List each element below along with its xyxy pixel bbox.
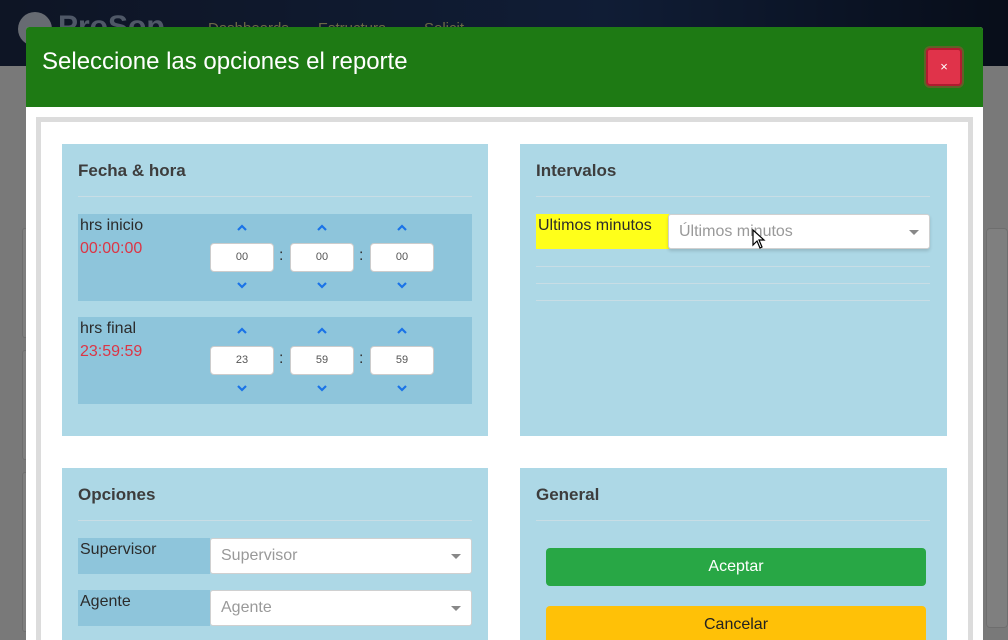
- hrs-inicio-value: 00:00:00: [80, 240, 143, 257]
- time-separator: :: [359, 350, 364, 367]
- hours-down-chevron-icon[interactable]: [236, 383, 248, 393]
- general-panel: General Aceptar Cancelar: [520, 468, 947, 640]
- divider: [78, 196, 472, 197]
- divider: [536, 520, 930, 521]
- agente-select[interactable]: Agente: [210, 590, 472, 626]
- seconds-input[interactable]: 59: [370, 346, 434, 375]
- ultimos-minutos-select[interactable]: Últimos minutos: [668, 214, 930, 249]
- fecha-hora-panel: Fecha & hora hrs inicio 00:00:00 00 : 00…: [62, 144, 488, 436]
- time-separator: :: [279, 247, 284, 264]
- hrs-inicio-box: hrs inicio 00:00:00 00 : 00 : 00: [78, 214, 472, 301]
- agente-label: Agente: [78, 590, 210, 626]
- supervisor-label: Supervisor: [78, 538, 210, 574]
- hours-up-chevron-icon[interactable]: [236, 223, 248, 233]
- divider: [536, 196, 930, 197]
- intervalos-panel: Intervalos Ultimos minutos Últimos minut…: [520, 144, 947, 436]
- minutes-input[interactable]: 00: [290, 243, 354, 272]
- hrs-inicio-label: hrs inicio: [80, 217, 144, 234]
- hrs-final-label: hrs final: [80, 320, 137, 337]
- general-title: General: [536, 485, 600, 504]
- minutes-up-chevron-icon[interactable]: [316, 223, 328, 233]
- hrs-final-value: 23:59:59: [80, 343, 143, 360]
- hours-input[interactable]: 23: [210, 346, 274, 375]
- accept-button[interactable]: Aceptar: [546, 548, 926, 586]
- time-separator: :: [359, 247, 364, 264]
- dropdown-caret-icon: [451, 606, 461, 611]
- divider: [536, 283, 930, 284]
- minutes-up-chevron-icon[interactable]: [316, 326, 328, 336]
- fecha-hora-title: Fecha & hora: [78, 161, 186, 180]
- time-separator: :: [279, 350, 284, 367]
- cancel-button[interactable]: Cancelar: [546, 606, 926, 640]
- modal-header: Seleccione las opciones el reporte ×: [26, 27, 983, 107]
- dropdown-caret-icon: [451, 554, 461, 559]
- dropdown-caret-icon: [909, 230, 919, 235]
- seconds-up-chevron-icon[interactable]: [396, 223, 408, 233]
- opciones-panel: Opciones Supervisor Supervisor Agente Ag…: [62, 468, 488, 640]
- ultimos-minutos-label: Ultimos minutos: [536, 214, 669, 249]
- seconds-down-chevron-icon[interactable]: [396, 280, 408, 290]
- modal-title: Seleccione las opciones el reporte: [42, 48, 408, 75]
- minutes-input[interactable]: 59: [290, 346, 354, 375]
- intervalos-title: Intervalos: [536, 161, 617, 180]
- seconds-input[interactable]: 00: [370, 243, 434, 272]
- agente-placeholder: Agente: [221, 599, 272, 616]
- ultimos-minutos-placeholder: Últimos minutos: [679, 223, 793, 240]
- modal-body: Fecha & hora hrs inicio 00:00:00 00 : 00…: [36, 117, 973, 640]
- seconds-down-chevron-icon[interactable]: [396, 383, 408, 393]
- close-button[interactable]: ×: [926, 48, 962, 86]
- divider: [536, 266, 930, 267]
- supervisor-placeholder: Supervisor: [221, 547, 298, 564]
- hours-up-chevron-icon[interactable]: [236, 326, 248, 336]
- minutes-down-chevron-icon[interactable]: [316, 383, 328, 393]
- opciones-title: Opciones: [78, 485, 156, 504]
- seconds-up-chevron-icon[interactable]: [396, 326, 408, 336]
- hours-down-chevron-icon[interactable]: [236, 280, 248, 290]
- report-options-modal: Seleccione las opciones el reporte × Fec…: [26, 27, 983, 640]
- hours-input[interactable]: 00: [210, 243, 274, 272]
- supervisor-select[interactable]: Supervisor: [210, 538, 472, 574]
- mouse-pointer-icon: [752, 228, 766, 254]
- divider: [536, 300, 930, 301]
- hrs-final-box: hrs final 23:59:59 23 : 59 : 59: [78, 317, 472, 404]
- divider: [78, 520, 472, 521]
- minutes-down-chevron-icon[interactable]: [316, 280, 328, 290]
